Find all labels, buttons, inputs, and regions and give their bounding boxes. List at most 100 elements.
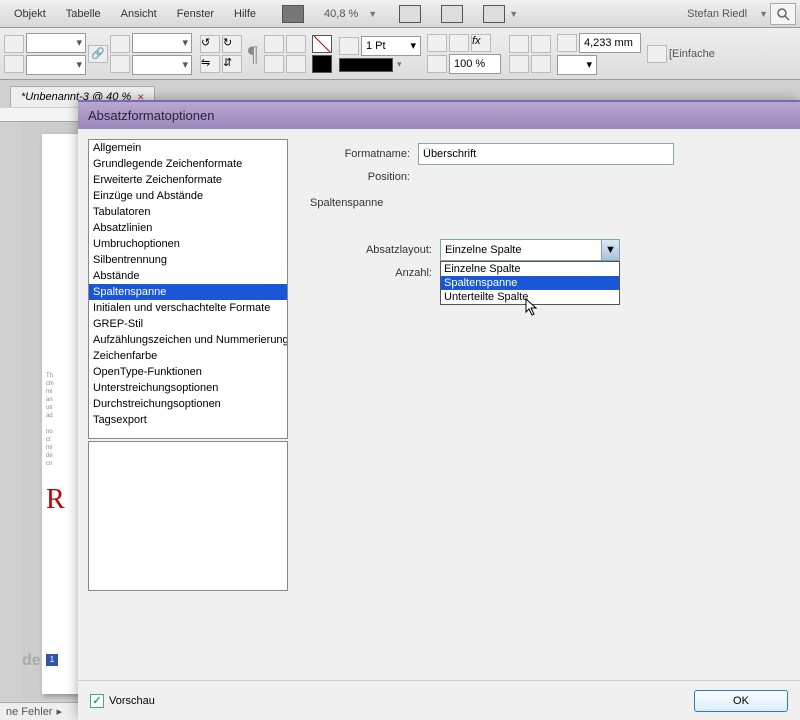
preview-toggle-icon[interactable] xyxy=(282,5,304,23)
rotate-ccw-icon[interactable]: ↺ xyxy=(200,35,220,53)
char-style-icon[interactable] xyxy=(4,55,24,73)
align-left-icon[interactable] xyxy=(264,35,284,53)
font-style-select[interactable]: ▾ xyxy=(132,55,192,75)
body-text-preview: Thchimianutiadnoctmidecn xyxy=(46,372,78,468)
category-item[interactable]: Spaltenspanne xyxy=(89,284,287,300)
flip-h-icon[interactable]: ⇋ xyxy=(200,55,220,73)
layout-label: Absatzlayout: xyxy=(308,244,440,256)
preview-checkbox-label[interactable]: Vorschau xyxy=(109,695,155,707)
category-item[interactable]: Tagsexport xyxy=(89,412,287,428)
category-item[interactable]: Zeichenfarbe xyxy=(89,348,287,364)
dialog-footer: ✓ Vorschau OK xyxy=(78,680,800,720)
font-style-icon[interactable] xyxy=(110,55,130,73)
view-mode-2-icon[interactable] xyxy=(441,5,463,23)
dialog-title: Absatzformatoptionen xyxy=(78,102,800,129)
wrap-2-icon[interactable] xyxy=(531,35,551,53)
search-button[interactable] xyxy=(770,3,796,25)
ok-button[interactable]: OK xyxy=(694,690,788,712)
paragraph-style-select[interactable]: ▾ xyxy=(26,33,86,53)
category-item[interactable]: Abstände xyxy=(89,268,287,284)
section-header: Spaltenspanne xyxy=(310,197,786,209)
zoom-dropdown-icon[interactable]: ▼ xyxy=(366,9,379,19)
category-item[interactable]: Durchstreichungsoptionen xyxy=(89,396,287,412)
category-item[interactable]: Silbentrennung xyxy=(89,252,287,268)
fx-2-icon[interactable] xyxy=(449,34,469,52)
font-select[interactable]: ▾ xyxy=(132,33,192,53)
category-item[interactable]: Umbruchoptionen xyxy=(89,236,287,252)
arrange-dropdown-icon[interactable]: ▼ xyxy=(507,9,520,19)
page-number-badge: 1 xyxy=(46,654,58,666)
align-abc-icon[interactable] xyxy=(286,35,306,53)
stroke-weight-icon xyxy=(339,37,359,55)
inset-icon xyxy=(557,34,577,52)
chevron-down-icon: ▼ xyxy=(601,240,619,260)
layout-dropdown-list[interactable]: Einzelne SpalteSpaltenspanneUnterteilte … xyxy=(440,261,620,305)
menu-fenster[interactable]: Fenster xyxy=(167,4,224,24)
position-label: Position: xyxy=(308,171,418,183)
preview-checkbox[interactable]: ✓ xyxy=(90,694,104,708)
opacity-select[interactable]: 100 % xyxy=(449,54,501,74)
category-item[interactable]: GREP-Stil xyxy=(89,316,287,332)
category-item[interactable]: Aufzählungszeichen und Nummerierung xyxy=(89,332,287,348)
menu-hilfe[interactable]: Hilfe xyxy=(224,4,266,24)
layout-option[interactable]: Spaltenspanne xyxy=(441,276,619,290)
align-center-icon[interactable] xyxy=(264,55,284,73)
formatname-input[interactable] xyxy=(418,143,674,165)
opacity-icon[interactable] xyxy=(427,55,447,73)
view-mode-1-icon[interactable] xyxy=(399,5,421,23)
layout-option[interactable]: Unterteilte Spalte xyxy=(441,290,619,304)
user-dropdown-icon[interactable]: ▼ xyxy=(757,9,770,19)
rotate-cw-icon[interactable]: ↻ xyxy=(222,35,242,53)
flip-v-icon[interactable]: ⇵ xyxy=(222,55,242,73)
fx-text-icon[interactable]: fx xyxy=(471,34,491,52)
category-item[interactable]: Einzüge und Abstände xyxy=(89,188,287,204)
menubar: Objekt Tabelle Ansicht Fenster Hilfe 40,… xyxy=(0,0,800,28)
formatname-label: Formatname: xyxy=(308,148,418,160)
arrange-icon[interactable] xyxy=(483,5,505,23)
preview-box xyxy=(88,441,288,591)
category-item[interactable]: Erweiterte Zeichenformate xyxy=(89,172,287,188)
category-item[interactable]: Initialen und verschachtelte Formate xyxy=(89,300,287,316)
char-style-select[interactable]: ▾ xyxy=(26,55,86,75)
category-item[interactable]: Absatzlinien xyxy=(89,220,287,236)
wrap-4-icon[interactable] xyxy=(531,55,551,73)
category-item[interactable]: OpenType-Funktionen xyxy=(89,364,287,380)
menu-ansicht[interactable]: Ansicht xyxy=(111,4,167,24)
menu-objekt[interactable]: Objekt xyxy=(4,4,56,24)
layout-value: Einzelne Spalte xyxy=(445,244,521,256)
watermark-text: de xyxy=(22,652,41,670)
stroke-swatch[interactable] xyxy=(312,35,332,53)
category-list[interactable]: AllgemeinGrundlegende ZeichenformateErwe… xyxy=(88,139,288,439)
fx-1-icon[interactable] xyxy=(427,34,447,52)
font-icon[interactable] xyxy=(110,35,130,53)
page: Thchimianutiadnoctmidecn R 1 xyxy=(42,134,82,694)
stroke-type-swatch[interactable] xyxy=(339,58,393,72)
control-toolbar: ▾▾ 🔗 ▾▾ ↺↻ ⇋⇵ ¶ 1 Pt▾ ▾ fx 100 % 4,233 m… xyxy=(0,28,800,80)
layout-option[interactable]: Einzelne Spalte xyxy=(441,262,619,276)
zoom-percent[interactable]: 40,8 % xyxy=(316,8,366,20)
category-item[interactable]: Unterstreichungsoptionen xyxy=(89,380,287,396)
magnifier-icon xyxy=(776,7,790,21)
category-item[interactable]: Grundlegende Zeichenformate xyxy=(89,156,287,172)
layout-dropdown[interactable]: Einzelne Spalte ▼ Einzelne SpalteSpalten… xyxy=(440,239,620,261)
link-icon[interactable]: 🔗 xyxy=(88,45,108,63)
frame-mode: [Einfache xyxy=(669,48,715,60)
status-text: ne Fehler xyxy=(6,706,52,718)
pilcrow-icon: ¶ xyxy=(248,41,258,67)
wrap-1-icon[interactable] xyxy=(509,35,529,53)
paragraph-style-options-dialog: Absatzformatoptionen AllgemeinGrundlegen… xyxy=(78,100,800,720)
stroke-weight-select[interactable]: 1 Pt▾ xyxy=(361,36,421,56)
dropcap-letter: R xyxy=(46,484,65,516)
inset-value[interactable]: 4,233 mm xyxy=(579,33,641,53)
category-item[interactable]: Allgemein xyxy=(89,140,287,156)
fill-swatch[interactable] xyxy=(312,55,332,73)
align-right-icon[interactable] xyxy=(286,55,306,73)
frame-icon[interactable] xyxy=(647,45,667,63)
count-label: Anzahl: xyxy=(308,267,440,279)
corner-select[interactable]: ▾ xyxy=(557,55,597,75)
wrap-3-icon[interactable] xyxy=(509,55,529,73)
category-item[interactable]: Tabulatoren xyxy=(89,204,287,220)
menu-tabelle[interactable]: Tabelle xyxy=(56,4,111,24)
user-name[interactable]: Stefan Riedl xyxy=(677,8,757,20)
paragraph-style-icon[interactable] xyxy=(4,35,24,53)
